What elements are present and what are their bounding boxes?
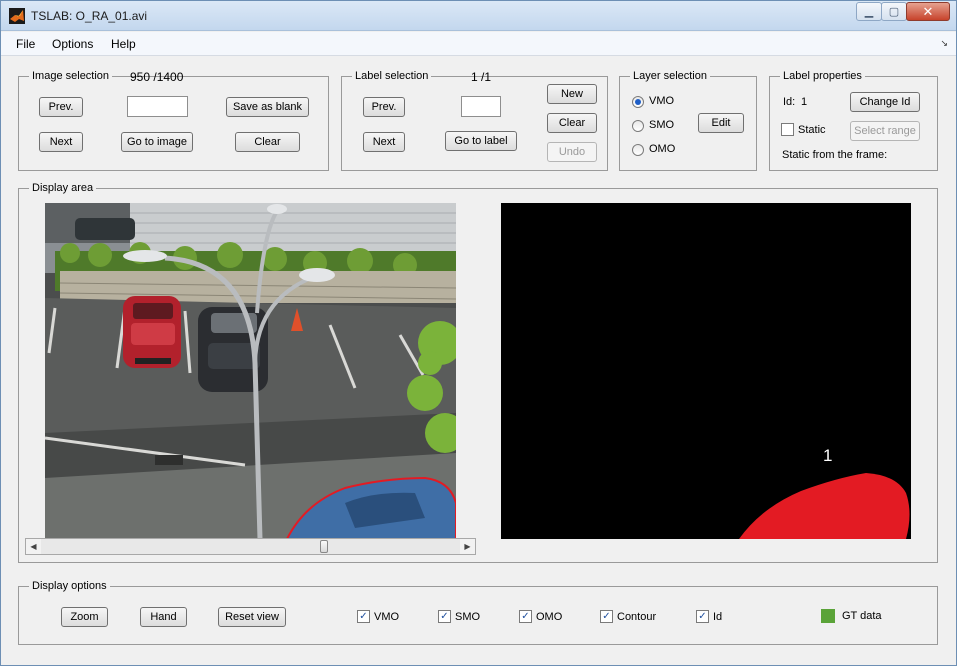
layer-selection-legend: Layer selection [633, 70, 707, 82]
id-check-label: Id [713, 611, 723, 623]
radio-smo-label: SMO [649, 119, 675, 131]
image-prev-button[interactable]: Prev. [39, 97, 83, 117]
radio-omo-label: OMO [649, 143, 676, 155]
select-range-button[interactable]: Select range [850, 121, 920, 141]
reset-view-button[interactable]: Reset view [218, 607, 286, 627]
id-checkbox[interactable]: ✓ [696, 610, 709, 623]
image-next-button[interactable]: Next [39, 132, 83, 152]
label-counter: 1 /1 [471, 70, 492, 84]
radio-vmo[interactable] [632, 96, 644, 108]
static-checkbox[interactable] [781, 123, 794, 136]
arrow-left-icon[interactable]: ◀ [26, 539, 41, 554]
undo-button[interactable]: Undo [547, 142, 597, 162]
contour-checkbox[interactable]: ✓ [600, 610, 613, 623]
label-next-button[interactable]: Next [363, 132, 405, 152]
display-options-legend: Display options [32, 580, 107, 592]
arrow-right-icon[interactable]: ▶ [460, 539, 475, 554]
go-to-label-button[interactable]: Go to label [445, 131, 517, 151]
parking-scene [45, 203, 456, 539]
label-mask-image[interactable]: 1 [501, 203, 911, 539]
video-frame-image[interactable] [45, 203, 456, 539]
radio-smo[interactable] [632, 120, 644, 132]
scrollbar-thumb[interactable] [320, 540, 328, 553]
id-label: Id: [783, 96, 796, 108]
matlab-icon [9, 8, 25, 24]
mask-shape [739, 473, 910, 539]
minimize-button[interactable]: ▁ [856, 2, 882, 21]
image-clear-button[interactable]: Clear [235, 132, 300, 152]
id-value: 1 [801, 96, 808, 108]
image-selection-panel: Image selection [18, 70, 329, 171]
label-number-input[interactable] [461, 96, 501, 117]
radio-vmo-label: VMO [649, 95, 675, 107]
radio-omo[interactable] [632, 144, 644, 156]
menu-options[interactable]: Options [52, 37, 93, 51]
label-prev-button[interactable]: Prev. [363, 97, 405, 117]
static-from-frame-label: Static from the frame: [782, 149, 888, 161]
smo-check-label: SMO [455, 611, 481, 623]
label-clear-button[interactable]: Clear [547, 113, 597, 133]
menu-bar: File Options Help ↘ [1, 32, 956, 56]
close-icon: ✕ [922, 3, 934, 19]
image-selection-legend: Image selection [32, 70, 110, 82]
image-counter: 950 /1400 [130, 70, 184, 84]
maximize-icon: ▢ [888, 6, 900, 18]
new-label-button[interactable]: New [547, 84, 597, 104]
save-as-blank-button[interactable]: Save as blank [226, 97, 309, 117]
window-controls: ▁ ▢ ✕ [856, 2, 950, 21]
mask-id-label: 1 [823, 446, 833, 465]
minimize-icon: ▁ [864, 6, 874, 18]
change-id-button[interactable]: Change Id [850, 92, 920, 112]
menu-help[interactable]: Help [111, 37, 136, 51]
vmo-check-label: VMO [374, 611, 400, 623]
vmo-checkbox[interactable]: ✓ [357, 610, 370, 623]
app-window: TSLAB: O_RA_01.avi ▁ ▢ ✕ File Options He… [0, 0, 957, 666]
image-number-input[interactable] [127, 96, 188, 117]
gt-color-swatch [821, 609, 835, 623]
zoom-button[interactable]: Zoom [61, 607, 108, 627]
window-title: TSLAB: O_RA_01.avi [31, 9, 148, 23]
omo-check-label: OMO [536, 611, 563, 623]
label-selection-legend: Label selection [355, 70, 429, 82]
maximize-button[interactable]: ▢ [881, 2, 907, 21]
dock-arrow-icon[interactable]: ↘ [940, 38, 948, 49]
title-bar[interactable]: TSLAB: O_RA_01.avi ▁ ▢ ✕ [1, 1, 956, 31]
omo-checkbox[interactable]: ✓ [519, 610, 532, 623]
go-to-image-button[interactable]: Go to image [121, 132, 193, 152]
close-button[interactable]: ✕ [906, 2, 950, 21]
gt-data-label: GT data [842, 610, 882, 622]
display-area-legend: Display area [32, 182, 94, 194]
hand-button[interactable]: Hand [140, 607, 187, 627]
label-properties-legend: Label properties [783, 70, 862, 82]
menu-file[interactable]: File [16, 37, 35, 51]
static-label: Static [798, 124, 826, 136]
frame-scrollbar[interactable]: ◀ ▶ [25, 538, 476, 555]
contour-check-label: Contour [617, 611, 657, 623]
smo-checkbox[interactable]: ✓ [438, 610, 451, 623]
edit-layer-button[interactable]: Edit [698, 113, 744, 133]
